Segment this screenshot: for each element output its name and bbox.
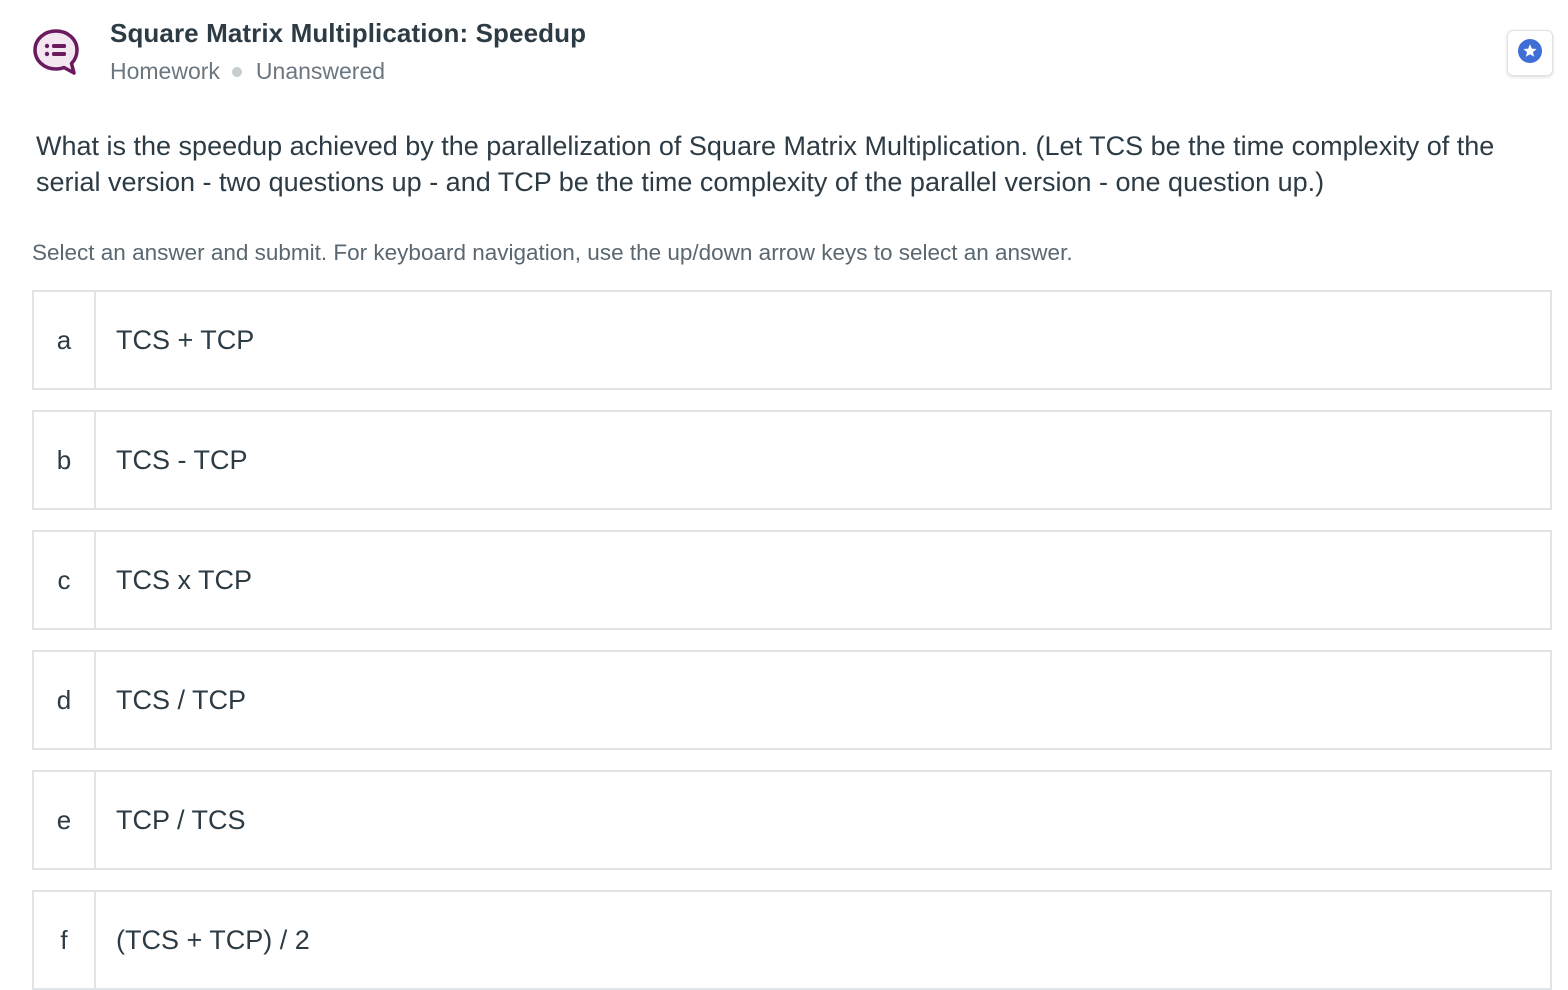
star-icon <box>1517 38 1543 69</box>
answer-list: a TCS + TCP b TCS - TCP c TCS x TCP d TC… <box>32 290 1552 990</box>
answer-option-d[interactable]: d TCS / TCP <box>32 650 1552 750</box>
answer-letter: f <box>34 892 96 988</box>
answer-option-c[interactable]: c TCS x TCP <box>32 530 1552 630</box>
category-label: Homework <box>110 58 220 84</box>
bookmark-button[interactable] <box>1507 30 1553 76</box>
answer-letter: d <box>34 652 96 748</box>
answer-letter: a <box>34 292 96 388</box>
answer-letter: c <box>34 532 96 628</box>
answer-text: TCP / TCS <box>116 804 246 835</box>
question-header: Square Matrix Multiplication: Speedup Ho… <box>0 0 1568 100</box>
answer-text: TCS - TCP <box>116 444 248 475</box>
question-text: What is the speedup achieved by the para… <box>36 131 1495 197</box>
answer-text: (TCS + TCP) / 2 <box>116 924 310 955</box>
answer-letter: b <box>34 412 96 508</box>
instructions-text: Select an answer and submit. For keyboar… <box>32 240 1073 265</box>
answer-text: TCS / TCP <box>116 684 247 715</box>
answer-option-a[interactable]: a TCS + TCP <box>32 290 1552 390</box>
answer-text: TCS x TCP <box>116 564 253 595</box>
page-title: Square Matrix Multiplication: Speedup <box>110 18 587 48</box>
answer-text: TCS + TCP <box>116 324 255 355</box>
answer-option-b[interactable]: b TCS - TCP <box>32 410 1552 510</box>
answer-letter: e <box>34 772 96 868</box>
answer-option-f[interactable]: f (TCS + TCP) / 2 <box>32 890 1552 990</box>
answer-option-e[interactable]: e TCP / TCS <box>32 770 1552 870</box>
question-meta: Homework Unanswered <box>110 58 385 85</box>
status-label: Unanswered <box>255 58 386 84</box>
chat-list-icon <box>30 26 82 78</box>
separator-dot <box>231 66 242 77</box>
